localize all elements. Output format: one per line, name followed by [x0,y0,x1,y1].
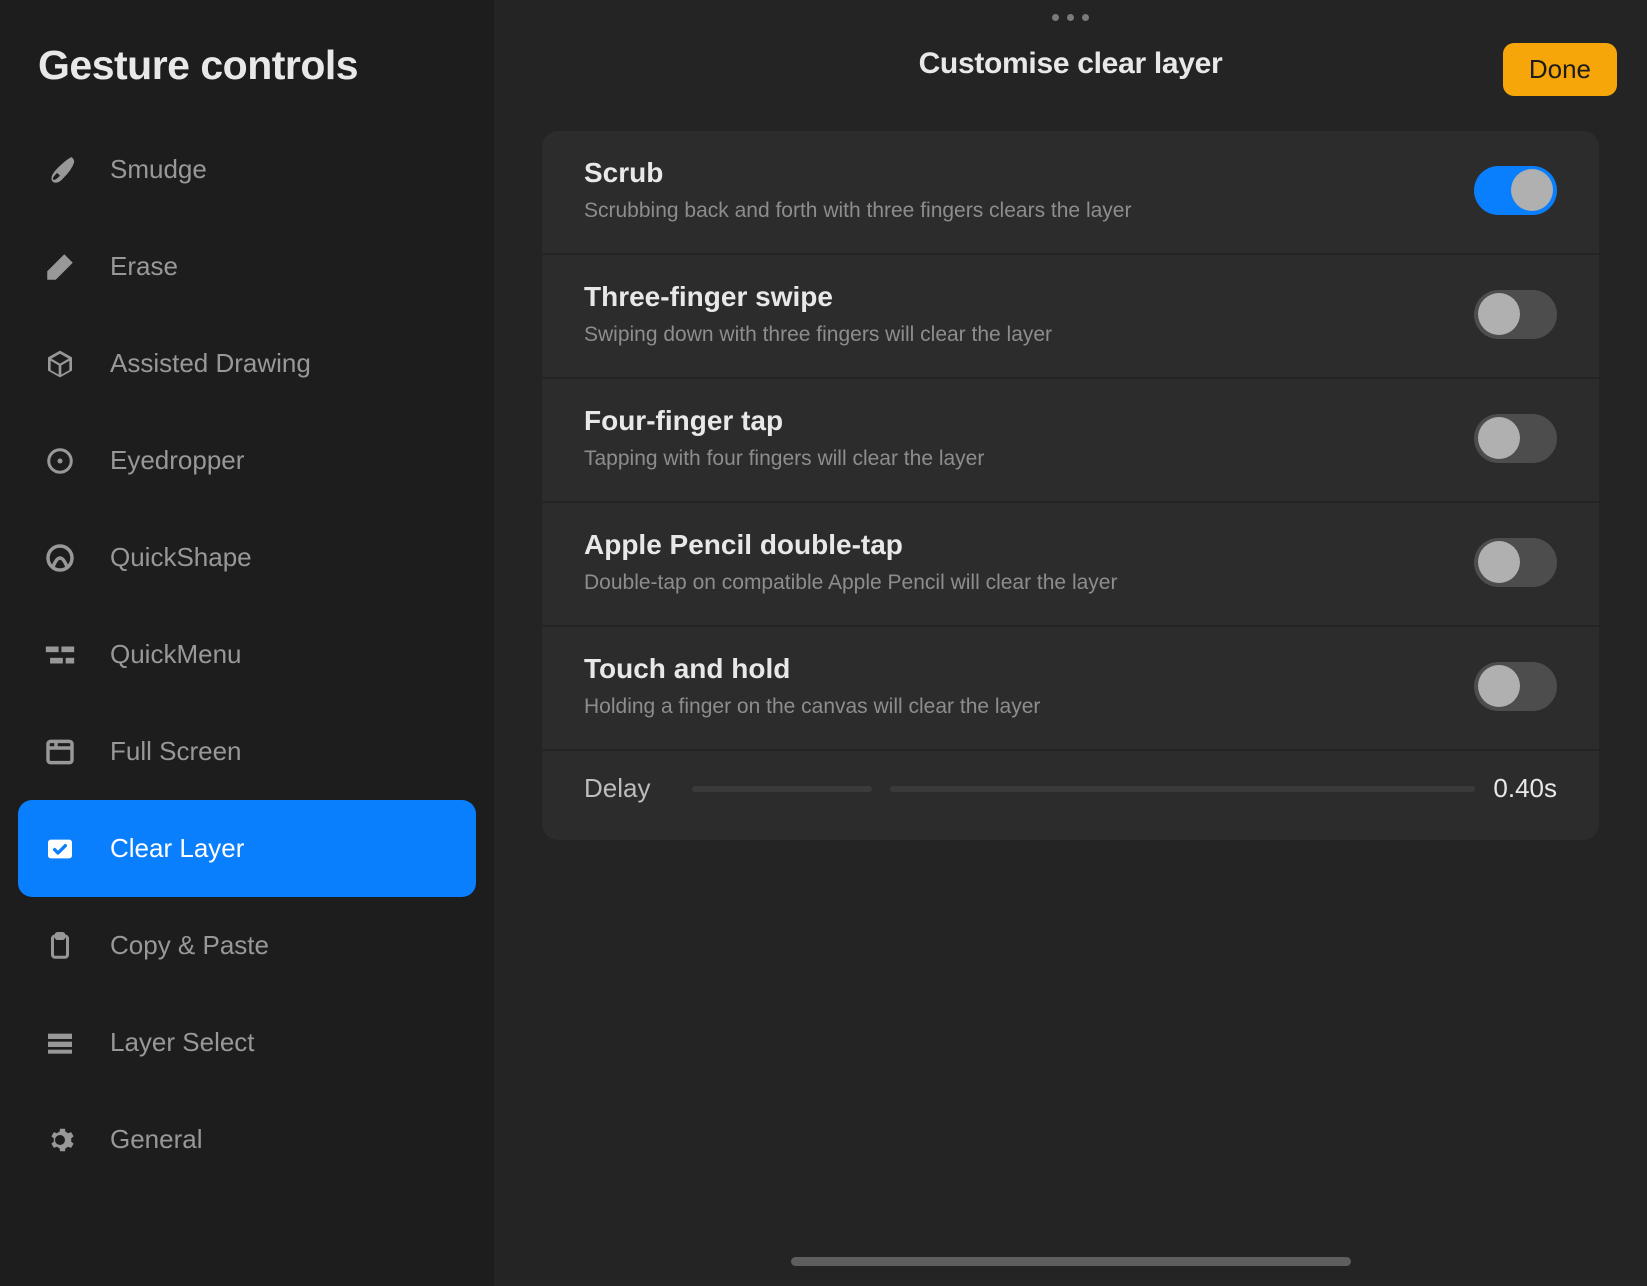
clipboard-icon [40,926,80,966]
sidebar-item-general[interactable]: General [18,1091,476,1188]
setting-three-finger-swipe: Three-finger swipe Swiping down with thr… [542,253,1599,377]
erase-icon [40,247,80,287]
setting-touch-hold: Touch and hold Holding a finger on the c… [542,625,1599,749]
smudge-icon [40,150,80,190]
clear-layer-icon [40,829,80,869]
toggle-touch-hold[interactable] [1474,662,1557,711]
sidebar-item-label: Clear Layer [110,833,244,864]
fullscreen-icon [40,732,80,772]
toggle-four-finger-tap[interactable] [1474,414,1557,463]
page-title: Customise clear layer [919,47,1223,81]
home-indicator[interactable] [791,1257,1351,1266]
eyedropper-icon [40,441,80,481]
quickmenu-icon [40,635,80,675]
layers-icon [40,1023,80,1063]
setting-desc: Double-tap on compatible Apple Pencil wi… [584,571,1474,595]
sidebar-item-full-screen[interactable]: Full Screen [18,703,476,800]
sidebar-item-label: Copy & Paste [110,930,269,961]
setting-desc: Scrubbing back and forth with three fing… [584,199,1474,223]
sidebar-item-eyedropper[interactable]: Eyedropper [18,412,476,509]
cube-icon [40,344,80,384]
sidebar-item-quickmenu[interactable]: QuickMenu [18,606,476,703]
setting-title: Touch and hold [584,653,1474,685]
sidebar-item-label: Assisted Drawing [110,348,311,379]
setting-desc: Swiping down with three fingers will cle… [584,323,1474,347]
drag-handle-icon[interactable] [494,0,1647,21]
sidebar-title: Gesture controls [38,42,476,89]
main-panel: Customise clear layer Done Scrub Scrubbi… [494,0,1647,1286]
setting-delay: Delay 0.40s [542,749,1599,840]
setting-desc: Tapping with four fingers will clear the… [584,447,1474,471]
setting-title: Apple Pencil double-tap [584,529,1474,561]
quickshape-icon [40,538,80,578]
setting-four-finger-tap: Four-finger tap Tapping with four finger… [542,377,1599,501]
toggle-scrub[interactable] [1474,166,1557,215]
sidebar-item-layer-select[interactable]: Layer Select [18,994,476,1091]
sidebar-item-label: Layer Select [110,1027,255,1058]
setting-pencil-double-tap: Apple Pencil double-tap Double-tap on co… [542,501,1599,625]
sidebar-item-label: General [110,1124,203,1155]
setting-desc: Holding a finger on the canvas will clea… [584,695,1474,719]
delay-value: 0.40s [1493,773,1557,804]
sidebar-item-label: QuickMenu [110,639,242,670]
sidebar-item-copy-paste[interactable]: Copy & Paste [18,897,476,994]
sidebar-item-label: Full Screen [110,736,242,767]
main-header: Customise clear layer Done [494,21,1647,131]
setting-title: Three-finger swipe [584,281,1474,313]
done-button[interactable]: Done [1503,43,1617,96]
toggle-three-finger-swipe[interactable] [1474,290,1557,339]
sidebar-item-label: Eyedropper [110,445,244,476]
setting-scrub: Scrub Scrubbing back and forth with thre… [542,131,1599,253]
settings-group: Scrub Scrubbing back and forth with thre… [542,131,1599,840]
sidebar-item-smudge[interactable]: Smudge [18,121,476,218]
delay-slider[interactable] [692,786,1475,792]
sidebar-item-erase[interactable]: Erase [18,218,476,315]
gear-icon [40,1120,80,1160]
sidebar-item-quickshape[interactable]: QuickShape [18,509,476,606]
sidebar-item-clear-layer[interactable]: Clear Layer [18,800,476,897]
toggle-pencil-double-tap[interactable] [1474,538,1557,587]
sidebar-list: Smudge Erase Assisted Drawing Eyedropper [18,121,476,1188]
sidebar-item-label: QuickShape [110,542,252,573]
sidebar: Gesture controls Smudge Erase Assisted D… [0,0,494,1286]
setting-title: Scrub [584,157,1474,189]
setting-title: Four-finger tap [584,405,1474,437]
sidebar-item-assisted-drawing[interactable]: Assisted Drawing [18,315,476,412]
delay-label: Delay [584,773,650,804]
sidebar-item-label: Erase [110,251,178,282]
sidebar-item-label: Smudge [110,154,207,185]
